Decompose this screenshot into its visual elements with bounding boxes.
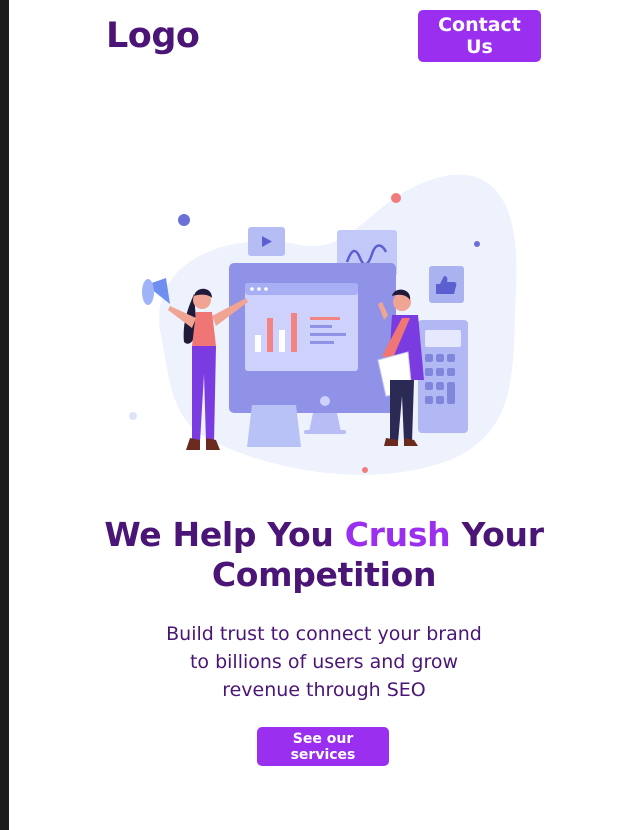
decor-dot xyxy=(391,193,401,203)
contact-us-button[interactable]: Contact Us xyxy=(418,10,541,62)
headline-text: We Help You xyxy=(104,515,345,554)
chart-bar xyxy=(267,318,273,352)
chart-bar xyxy=(291,313,297,352)
chart-bar xyxy=(255,335,261,352)
hero-illustration xyxy=(129,174,517,475)
window-edge xyxy=(0,0,9,830)
monitor-screen xyxy=(245,283,358,371)
shopping-bag xyxy=(247,405,301,447)
hero-headline: We Help You Crush Your Competition xyxy=(60,515,588,595)
decor-dot xyxy=(362,467,368,473)
decor-dot xyxy=(129,412,137,420)
monitor-stand xyxy=(309,413,341,432)
decor-dot xyxy=(474,241,480,247)
chart-bar xyxy=(279,330,285,352)
decor-dot xyxy=(178,214,190,226)
logo[interactable]: Logo xyxy=(106,16,200,56)
screen-topbar xyxy=(245,283,358,295)
headline-accent: Crush xyxy=(344,515,451,554)
page: Logo Contact Us We Help You Crush Your C… xyxy=(0,0,628,830)
see-services-button[interactable]: See our services xyxy=(257,727,389,766)
hero-subtext: Build trust to connect your brand to bil… xyxy=(166,623,482,701)
